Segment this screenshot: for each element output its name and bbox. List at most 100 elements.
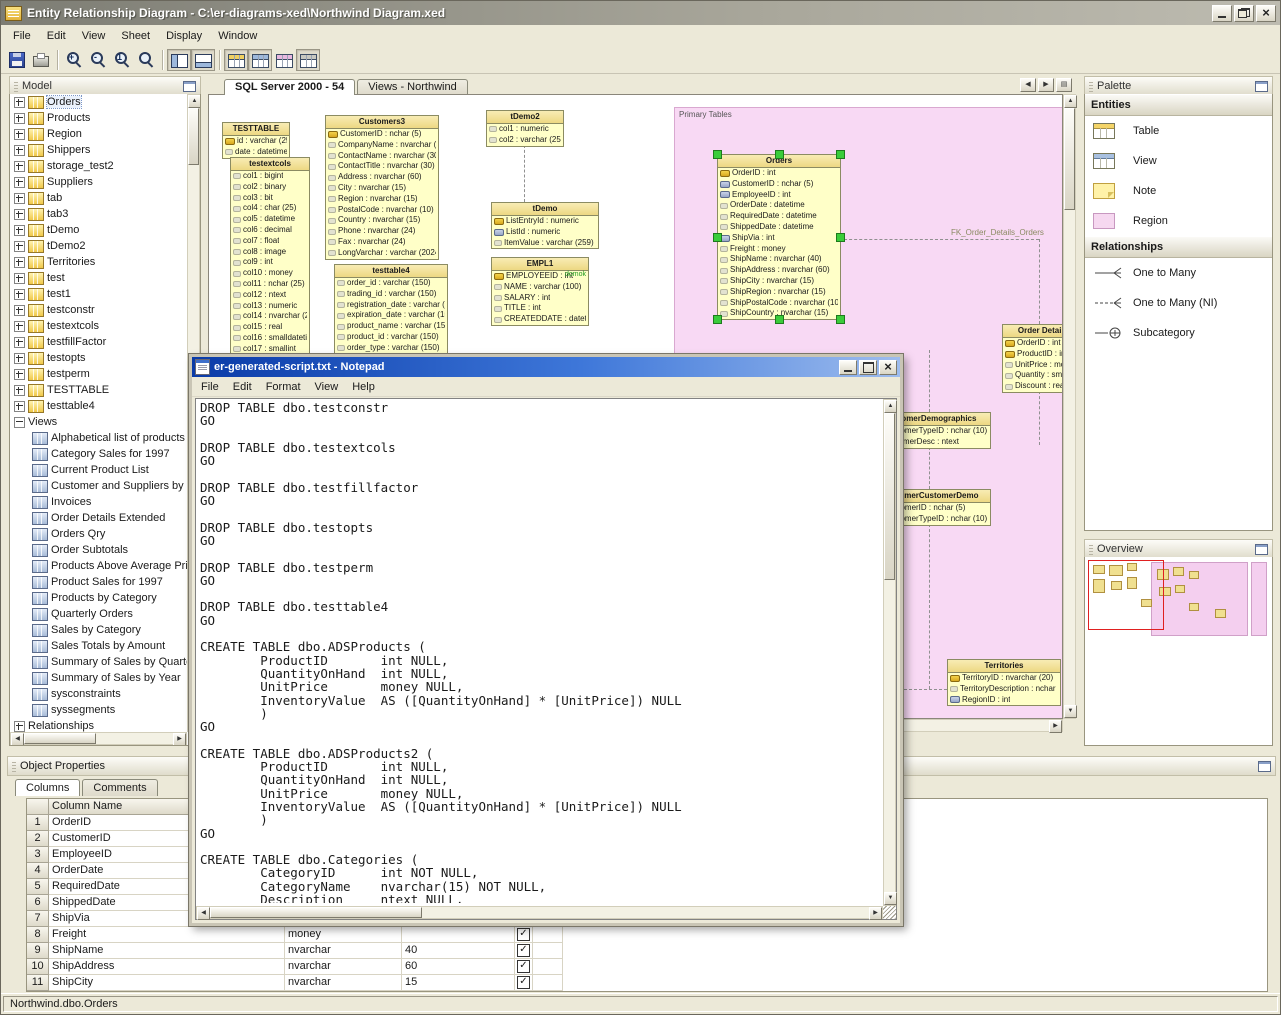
- cell-column-name[interactable]: ShipName: [49, 943, 285, 959]
- tree-table-test1[interactable]: test1: [10, 286, 187, 302]
- tree-view-orders-qry[interactable]: Orders Qry: [10, 526, 187, 542]
- tree-table-territories[interactable]: Territories: [10, 254, 187, 270]
- tree-view-order-subtotals[interactable]: Order Subtotals: [10, 542, 187, 558]
- dock-icon[interactable]: [1255, 81, 1268, 92]
- selection-handle[interactable]: [713, 233, 722, 242]
- expand-icon[interactable]: [14, 225, 25, 236]
- selection-handle[interactable]: [713, 150, 722, 159]
- tree-table-tdemo[interactable]: tDemo: [10, 222, 187, 238]
- palette-item-table[interactable]: Table: [1085, 116, 1272, 146]
- palette-item-one-to-many-ni[interactable]: One to Many (NI): [1085, 288, 1272, 318]
- scroll-up-icon[interactable]: ▲: [1064, 95, 1077, 108]
- cell-length[interactable]: 15: [402, 975, 515, 991]
- cell-data-type[interactable]: nvarchar: [285, 975, 402, 991]
- entity-orders[interactable]: OrdersOrderID : intCustomerID : nchar (5…: [717, 154, 841, 320]
- expand-icon[interactable]: [14, 321, 25, 332]
- scroll-up-icon[interactable]: ▲: [884, 400, 897, 413]
- entity-empl1[interactable]: EMPL1EMPLOYEEID : intNAME : varchar (100…: [491, 257, 589, 326]
- tree-table-shippers[interactable]: Shippers: [10, 142, 187, 158]
- tree-table-products[interactable]: Products: [10, 110, 187, 126]
- expand-icon[interactable]: [14, 177, 25, 188]
- scroll-left-icon[interactable]: ◀: [197, 907, 210, 920]
- zoom-in-button[interactable]: +: [62, 49, 86, 71]
- menu-view[interactable]: View: [74, 27, 114, 45]
- scroll-thumb[interactable]: [24, 733, 96, 744]
- expand-icon[interactable]: [14, 145, 25, 156]
- tree-view-sales-totals-by-amount[interactable]: Sales Totals by Amount: [10, 638, 187, 654]
- cell-length[interactable]: [402, 927, 515, 943]
- selection-handle[interactable]: [836, 315, 845, 324]
- tree-view-current-product-list[interactable]: Current Product List: [10, 462, 187, 478]
- cell-allow-nulls[interactable]: ✓: [515, 927, 533, 943]
- entity-testextcols[interactable]: testextcolscol1 : bigintcol2 : binarycol…: [230, 157, 310, 356]
- expand-icon[interactable]: [14, 353, 25, 364]
- tree-view-invoices[interactable]: Invoices: [10, 494, 187, 510]
- expand-icon[interactable]: [14, 97, 25, 108]
- palette-item-region[interactable]: Region: [1085, 206, 1272, 236]
- diagram-vertical-scrollbar[interactable]: ▲▼: [1063, 94, 1076, 719]
- expand-icon[interactable]: [14, 113, 25, 124]
- tree-table-testperm[interactable]: testperm: [10, 366, 187, 382]
- notepad-edit-area[interactable]: DROP TABLE dbo.testconstr GO DROP TABLE …: [195, 398, 897, 920]
- expand-icon[interactable]: [14, 401, 25, 412]
- expand-icon[interactable]: [14, 337, 25, 348]
- close-button[interactable]: ×: [1256, 5, 1276, 22]
- tab-list-icon[interactable]: ▤: [1056, 78, 1072, 92]
- toggle-properties-panel-button[interactable]: [191, 49, 215, 71]
- zoom-actual-button[interactable]: 1: [110, 49, 134, 71]
- notepad-menu-format[interactable]: Format: [259, 379, 308, 395]
- entity-testtable[interactable]: TESTTABLEid : varchar (25)date : datetim…: [222, 122, 290, 159]
- palette-item-one-to-many[interactable]: One to Many: [1085, 258, 1272, 288]
- scroll-down-icon[interactable]: ▼: [884, 892, 897, 905]
- title-bar[interactable]: Entity Relationship Diagram - C:\er-diag…: [1, 1, 1280, 25]
- expand-icon[interactable]: [14, 257, 25, 268]
- tab-columns[interactable]: Columns: [15, 779, 80, 796]
- split-view-button[interactable]: [272, 49, 296, 71]
- allow-nulls-checkbox[interactable]: ✓: [517, 976, 530, 989]
- tree-table-testtable[interactable]: TESTTABLE: [10, 382, 187, 398]
- tab-sql-server-2000-54[interactable]: SQL Server 2000 - 54: [224, 79, 355, 95]
- entity-customers3[interactable]: Customers3CustomerID : nchar (5)CompanyN…: [325, 115, 439, 260]
- notepad-maximize-button[interactable]: [859, 360, 877, 375]
- notepad-title-bar[interactable]: er-generated-script.txt - Notepad ×: [192, 357, 900, 377]
- cell-column-name[interactable]: Freight: [49, 927, 285, 943]
- notepad-minimize-button[interactable]: [839, 360, 857, 375]
- menu-file[interactable]: File: [5, 27, 39, 45]
- tree-view-customer-and-suppliers-by-city[interactable]: Customer and Suppliers by City: [10, 478, 187, 494]
- dock-icon[interactable]: [1255, 544, 1268, 555]
- minimize-button[interactable]: [1212, 5, 1232, 22]
- tree-view-sales-by-category[interactable]: Sales by Category: [10, 622, 187, 638]
- tree-table-region[interactable]: Region: [10, 126, 187, 142]
- expand-icon[interactable]: [14, 129, 25, 140]
- tree-view-alphabetical-list-of-products[interactable]: Alphabetical list of products: [10, 430, 187, 446]
- selection-handle[interactable]: [713, 315, 722, 324]
- tree-table-testconstr[interactable]: testconstr: [10, 302, 187, 318]
- expand-icon[interactable]: [14, 209, 25, 220]
- notepad-menu-view[interactable]: View: [308, 379, 346, 395]
- entity-testtable4[interactable]: testtable4order_id : varchar (150)tradin…: [334, 264, 448, 355]
- tree-view-product-sales-for-1997[interactable]: Product Sales for 1997: [10, 574, 187, 590]
- tree-table-testfillfactor[interactable]: testfillFactor: [10, 334, 187, 350]
- cell-data-type[interactable]: nvarchar: [285, 943, 402, 959]
- selection-handle[interactable]: [775, 150, 784, 159]
- overview-viewport[interactable]: [1088, 560, 1164, 630]
- toggle-model-panel-button[interactable]: [167, 49, 191, 71]
- cell-allow-nulls[interactable]: ✓: [515, 959, 533, 975]
- cell-allow-nulls[interactable]: ✓: [515, 943, 533, 959]
- palette-item-note[interactable]: Note: [1085, 176, 1272, 206]
- tree-table-orders[interactable]: Orders: [10, 94, 187, 110]
- scroll-down-icon[interactable]: ▼: [1064, 705, 1077, 718]
- menu-window[interactable]: Window: [210, 27, 265, 45]
- notepad-menu-edit[interactable]: Edit: [226, 379, 259, 395]
- tree-table-suppliers[interactable]: Suppliers: [10, 174, 187, 190]
- diagram-view-button[interactable]: [224, 49, 248, 71]
- menu-display[interactable]: Display: [158, 27, 210, 45]
- selection-handle[interactable]: [836, 150, 845, 159]
- resize-grip-icon[interactable]: [883, 906, 896, 919]
- scroll-thumb[interactable]: [188, 108, 199, 165]
- cell-allow-nulls[interactable]: ✓: [515, 975, 533, 991]
- scroll-right-icon[interactable]: ▶: [173, 733, 186, 746]
- notepad-text[interactable]: DROP TABLE dbo.testconstr GO DROP TABLE …: [200, 401, 880, 903]
- scroll-right-icon[interactable]: ▶: [869, 907, 882, 920]
- dock-icon[interactable]: [1258, 761, 1271, 772]
